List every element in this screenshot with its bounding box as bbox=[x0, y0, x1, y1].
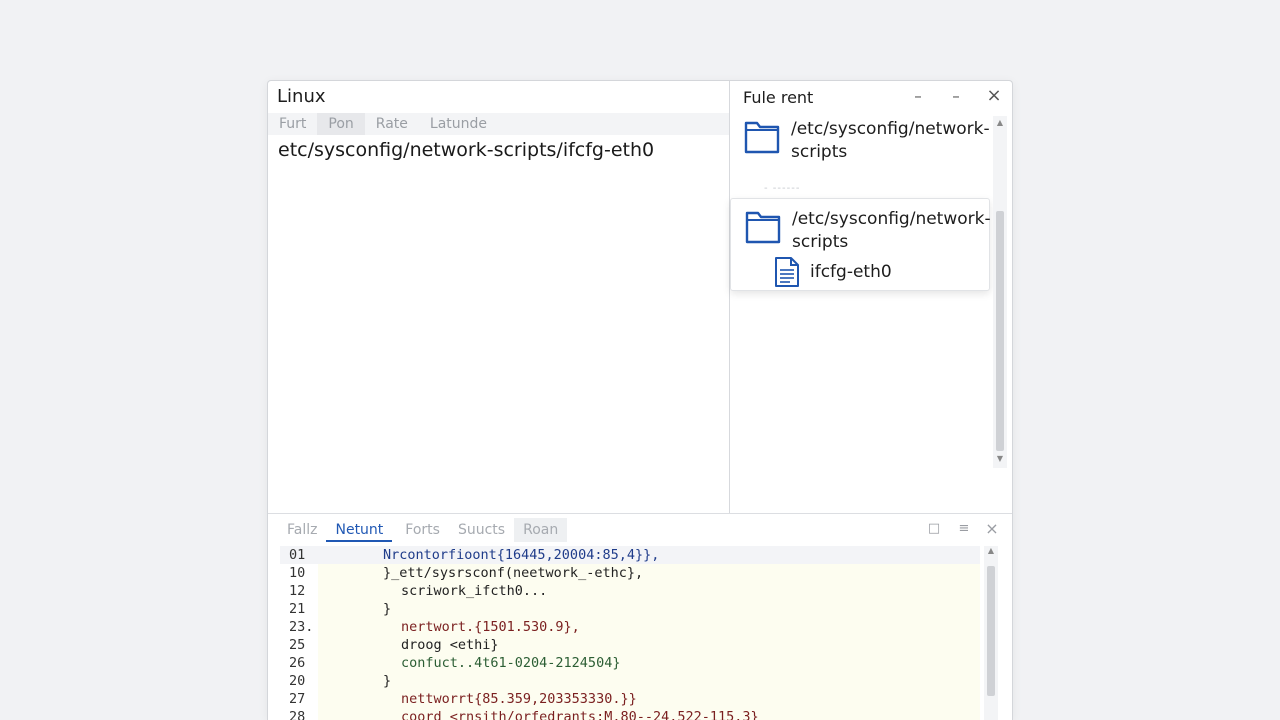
file-path-text[interactable]: etc/sysconfig/network-scripts/ifcfg-eth0 bbox=[278, 139, 654, 161]
code-editor[interactable]: 01 Nrcontorfioont{16445,20004:85,4}}, 10… bbox=[280, 546, 980, 720]
line-number: 10 bbox=[289, 565, 306, 581]
dropdown-folder-label: /etc/sysconfig/network-scripts bbox=[792, 209, 991, 252]
tab-forts[interactable]: Forts bbox=[396, 518, 449, 542]
scrollbar-thumb[interactable] bbox=[987, 566, 995, 696]
code-text: Nrcontorfioont{16445,20004:85,4}}, bbox=[383, 547, 660, 563]
tab-suucts[interactable]: Suucts bbox=[449, 518, 514, 542]
document-icon bbox=[775, 257, 799, 287]
file-panel-title: Fule rent bbox=[743, 88, 814, 107]
menu-item-rate[interactable]: Rate bbox=[365, 113, 419, 135]
code-text: nettworrt{85.359,203353330.}} bbox=[401, 691, 637, 707]
code-text: }_ett/sysrsconf(neetwork_-ethc}, bbox=[383, 565, 644, 581]
code-line: 12 scriwork_ifcth0... bbox=[280, 582, 547, 600]
code-line: 10 }_ett/sysrsconf(neetwork_-ethc}, bbox=[280, 564, 643, 582]
code-line: 28 coord <rnsith/orfedrants:M.80--24.522… bbox=[280, 708, 759, 720]
code-scrollbar[interactable]: ▲ bbox=[984, 546, 998, 720]
tab-netunt[interactable]: Netunt bbox=[326, 518, 393, 542]
bottom-panel: Fallz Netunt Forts Suucts Roan □ ≡ × 01 … bbox=[268, 513, 1012, 720]
dropdown-file-label: ifcfg-eth0 bbox=[810, 262, 892, 282]
code-line: 27 nettworrt{85.359,203353330.}} bbox=[280, 690, 637, 708]
code-text: scriwork_ifcth0... bbox=[401, 583, 548, 599]
menu-icon[interactable]: ≡ bbox=[953, 518, 975, 540]
line-number: 23. bbox=[289, 619, 314, 635]
folder-dropdown: /etc/sysconfig/network-scripts ifcfg-eth… bbox=[730, 198, 992, 291]
menu-item-latunde[interactable]: Latunde bbox=[419, 113, 498, 135]
editor-pane: Linux Furt Pon Rate Latunde etc/sysconfi… bbox=[268, 81, 730, 513]
code-line: 26 confuct..4t61-0204-2124504} bbox=[280, 654, 620, 672]
line-number: 12 bbox=[289, 583, 306, 599]
line-number: 27 bbox=[289, 691, 306, 707]
code-line: 01 Nrcontorfioont{16445,20004:85,4}}, bbox=[280, 546, 980, 564]
code-text: droog <ethi} bbox=[401, 637, 499, 653]
code-text: } bbox=[383, 673, 392, 689]
code-text: confuct..4t61-0204-2124504} bbox=[401, 655, 621, 671]
line-number: 28 bbox=[289, 709, 306, 720]
scroll-up-icon[interactable]: ▲ bbox=[993, 118, 1007, 127]
file-panel: Fule rent – – × /etc/sysconfig/network-s… bbox=[730, 81, 1012, 513]
app-window: Linux Furt Pon Rate Latunde etc/sysconfi… bbox=[267, 80, 1013, 720]
bottom-tab-bar: Fallz Netunt Forts Suucts Roan bbox=[268, 518, 568, 542]
menu-bar: Furt Pon Rate Latunde bbox=[268, 113, 729, 135]
close-icon[interactable]: × bbox=[982, 85, 1006, 107]
maximize-icon[interactable]: □ bbox=[923, 518, 945, 540]
tree-separator: - ------ bbox=[764, 183, 801, 194]
code-text: coord <rnsith/orfedrants:M.80--24.522-11… bbox=[401, 709, 759, 720]
restore-icon[interactable]: – bbox=[944, 85, 968, 107]
line-number: 26 bbox=[289, 655, 306, 671]
dropdown-folder-item[interactable]: /etc/sysconfig/network-scripts bbox=[744, 208, 992, 254]
tree-item-label: /etc/sysconfig/network-scripts bbox=[791, 119, 990, 162]
folder-icon bbox=[745, 211, 781, 244]
line-number: 25 bbox=[289, 637, 306, 653]
tree-item-network-scripts[interactable]: /etc/sysconfig/network-scripts bbox=[743, 118, 991, 164]
line-number: 20 bbox=[289, 673, 306, 689]
code-text: nertwort.{1501.530.9}, bbox=[401, 619, 580, 635]
tab-roan[interactable]: Roan bbox=[514, 518, 568, 542]
menu-item-furt[interactable]: Furt bbox=[268, 113, 317, 135]
code-line: 20 } bbox=[280, 672, 391, 690]
code-line: 25 droog <ethi} bbox=[280, 636, 499, 654]
dropdown-file-item[interactable]: ifcfg-eth0 bbox=[774, 256, 892, 288]
app-title: Linux bbox=[277, 86, 326, 107]
code-line: 21 } bbox=[280, 600, 391, 618]
close-icon[interactable]: × bbox=[981, 518, 1003, 540]
menu-item-pon[interactable]: Pon bbox=[317, 113, 365, 135]
line-number: 01 bbox=[289, 547, 306, 563]
code-line: 23. nertwort.{1501.530.9}, bbox=[280, 618, 580, 636]
line-number: 21 bbox=[289, 601, 306, 617]
folder-icon bbox=[744, 121, 780, 154]
minimize-icon[interactable]: – bbox=[906, 85, 930, 107]
tab-fallz[interactable]: Fallz bbox=[268, 518, 326, 542]
scroll-up-icon[interactable]: ▲ bbox=[984, 546, 998, 555]
file-panel-scrollbar[interactable]: ▲ ▼ bbox=[993, 116, 1007, 468]
scroll-down-icon[interactable]: ▼ bbox=[993, 454, 1007, 463]
scrollbar-thumb[interactable] bbox=[996, 211, 1004, 451]
code-text: } bbox=[383, 601, 392, 617]
